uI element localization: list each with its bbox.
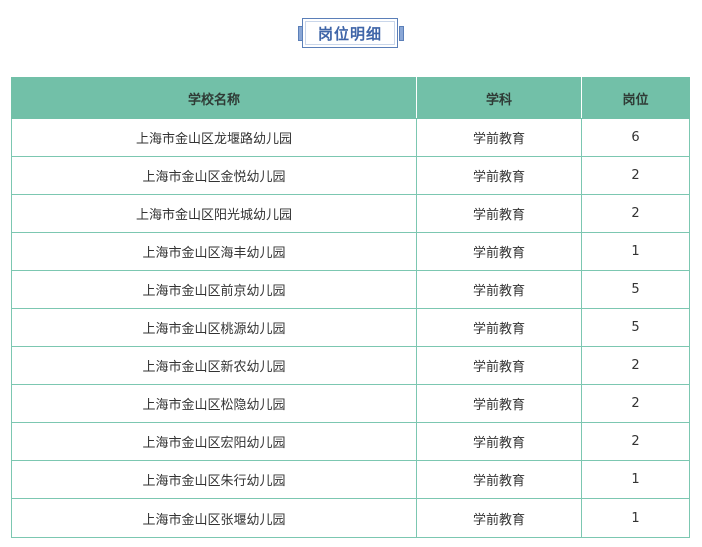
positions-count-cell: 2 [581, 384, 690, 423]
school-name-cell: 上海市金山区宏阳幼儿园 [11, 422, 417, 461]
positions-table: 学校名称 学科 岗位 上海市金山区龙堰路幼儿园 学前教育 6 上海市金山区金悦幼儿园学… [11, 77, 690, 538]
school-name-cell: 上海市金山区前京幼儿园 [11, 270, 417, 309]
table-row: 上海市金山区桃源幼儿园 学前教育 5 [11, 308, 690, 347]
positions-count-cell: 5 [581, 270, 690, 309]
subject-cell: 学前教育 [416, 118, 582, 157]
table-row: 上海市金山区金悦幼儿园 学前教育 2 [11, 156, 690, 195]
positions-count-cell: 2 [581, 422, 690, 461]
school-name-cell: 上海市金山区龙堰路幼儿园 [11, 118, 417, 157]
subject-cell: 学前教育 [416, 346, 582, 385]
school-name-cell: 上海市金山区阳光城幼儿园 [11, 194, 417, 233]
table-row: 上海市金山区宏阳幼儿园 学前教育 2 [11, 422, 690, 461]
subject-cell: 学前教育 [416, 422, 582, 461]
table-row: 上海市金山区前京幼儿园 学前教育 5 [11, 270, 690, 309]
positions-table-container: 学校名称 学科 岗位 上海市金山区龙堰路幼儿园 学前教育 6 上海市金山区金悦幼儿园学… [11, 77, 690, 538]
school-name-cell: 上海市金山区新农幼儿园 [11, 346, 417, 385]
positions-count-cell: 2 [581, 156, 690, 195]
table-row: 上海市金山区海丰幼儿园 学前教育 1 [11, 232, 690, 271]
subject-cell: 学前教育 [416, 270, 582, 309]
positions-count-cell: 1 [581, 498, 690, 538]
table-header: 学校名称 学科 岗位 [11, 77, 690, 119]
table-row: 上海市金山区松隐幼儿园 学前教育 2 [11, 384, 690, 423]
header-positions: 岗位 [581, 77, 690, 119]
school-name-cell: 上海市金山区朱行幼儿园 [11, 460, 417, 499]
positions-count-cell: 6 [581, 118, 690, 157]
school-name-cell: 上海市金山区桃源幼儿园 [11, 308, 417, 347]
section-title: 岗位明细 [317, 24, 382, 43]
table-row: 上海市金山区张堰幼儿园 学前教育 1 [11, 498, 690, 538]
positions-count-cell: 2 [581, 194, 690, 233]
header-subject: 学科 [416, 77, 582, 119]
positions-count-cell: 2 [581, 346, 690, 385]
school-name-cell: 上海市金山区金悦幼儿园 [11, 156, 417, 195]
positions-count-cell: 1 [581, 460, 690, 499]
table-row: 上海市金山区新农幼儿园 学前教育 2 [11, 346, 690, 385]
subject-cell: 学前教育 [416, 194, 582, 233]
positions-count-cell: 1 [581, 232, 690, 271]
subject-cell: 学前教育 [416, 384, 582, 423]
table-body: 上海市金山区龙堰路幼儿园 学前教育 6 上海市金山区金悦幼儿园 学前教育 2 上海市金山区阳… [11, 118, 690, 538]
table-row: 上海市金山区朱行幼儿园 学前教育 1 [11, 460, 690, 499]
header-school-name: 学校名称 [11, 77, 417, 119]
subject-cell: 学前教育 [416, 156, 582, 195]
section-title-badge: 岗位明细 [298, 18, 404, 50]
school-name-cell: 上海市金山区海丰幼儿园 [11, 232, 417, 271]
subject-cell: 学前教育 [416, 308, 582, 347]
title-box: 岗位明细 [302, 18, 398, 48]
school-name-cell: 上海市金山区松隐幼儿园 [11, 384, 417, 423]
subject-cell: 学前教育 [416, 498, 582, 538]
subject-cell: 学前教育 [416, 232, 582, 271]
positions-count-cell: 5 [581, 308, 690, 347]
header-row: 学校名称 学科 岗位 [11, 77, 690, 119]
subject-cell: 学前教育 [416, 460, 582, 499]
school-name-cell: 上海市金山区张堰幼儿园 [11, 498, 417, 538]
table-row: 上海市金山区阳光城幼儿园 学前教育 2 [11, 194, 690, 233]
title-right-tab-decoration [399, 26, 404, 41]
table-row: 上海市金山区龙堰路幼儿园 学前教育 6 [11, 118, 690, 157]
